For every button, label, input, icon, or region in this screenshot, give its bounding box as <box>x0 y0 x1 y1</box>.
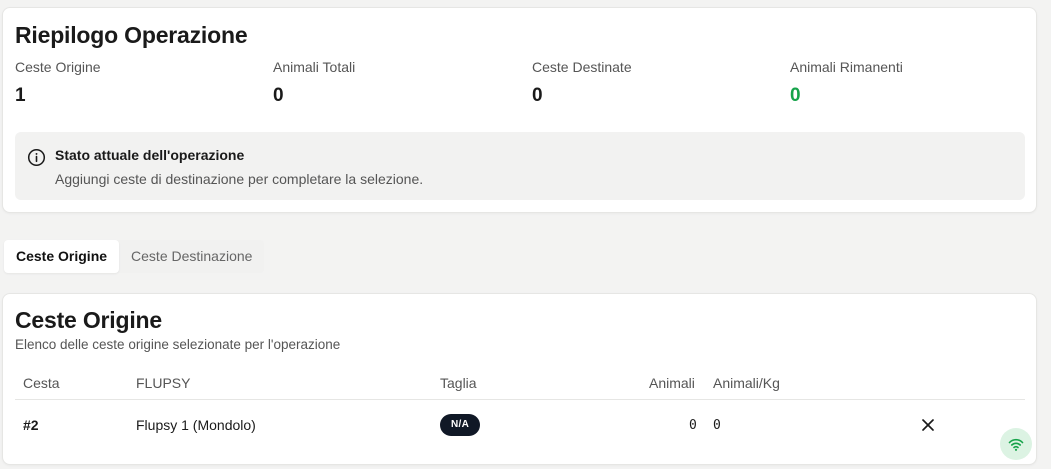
column-header-flupsy: FLUPSY <box>136 375 191 391</box>
stat-ceste-origine: Ceste Origine 1 <box>15 59 101 107</box>
close-icon[interactable] <box>920 417 936 433</box>
column-header-taglia: Taglia <box>440 375 477 391</box>
stat-label: Ceste Origine <box>15 59 101 75</box>
cell-animali-kg: 0 <box>713 418 721 433</box>
stat-label: Ceste Destinate <box>532 59 632 75</box>
column-header-cesta: Cesta <box>23 375 60 391</box>
tab-ceste-origine[interactable]: Ceste Origine <box>4 240 120 273</box>
stat-value: 0 <box>790 85 801 106</box>
stat-ceste-destinate: Ceste Destinate 0 <box>532 59 632 107</box>
origin-baskets-card: Ceste Origine Elenco delle ceste origine… <box>2 293 1037 465</box>
stat-value: 0 <box>532 85 543 106</box>
summary-title: Riepilogo Operazione <box>15 22 248 48</box>
cell-cesta: #2 <box>23 417 39 433</box>
tab-list: Ceste Origine Ceste Destinazione <box>4 240 265 273</box>
wifi-icon <box>1008 438 1024 451</box>
cell-flupsy: Flupsy 1 (Mondolo) <box>136 417 256 433</box>
connection-status-button[interactable] <box>1000 428 1032 460</box>
stat-label: Animali Rimanenti <box>790 59 903 75</box>
origin-title: Ceste Origine <box>15 307 162 333</box>
operation-status-box: Stato attuale dell'operazione Aggiungi c… <box>15 132 1025 200</box>
status-text: Aggiungi ceste di destinazione per compl… <box>55 171 424 187</box>
column-header-animali: Animali <box>649 375 695 391</box>
info-circle-icon <box>27 148 46 167</box>
stat-animali-rimanenti: Animali Rimanenti 0 <box>790 59 903 107</box>
stat-label: Animali Totali <box>273 59 356 75</box>
summary-card: Riepilogo Operazione Ceste Origine 1 Ani… <box>2 7 1037 213</box>
column-header-animali-kg: Animali/Kg <box>713 375 780 391</box>
size-badge: N/A <box>440 414 481 436</box>
stat-animali-totali: Animali Totali 0 <box>273 59 355 107</box>
status-title: Stato attuale dell'operazione <box>55 147 245 163</box>
tab-ceste-destinazione[interactable]: Ceste Destinazione <box>119 240 264 273</box>
cell-animali: 0 <box>689 418 697 433</box>
stat-value: 0 <box>273 85 284 106</box>
table-divider <box>15 399 1025 400</box>
origin-subtitle: Elenco delle ceste origine selezionate p… <box>15 337 341 352</box>
stat-value: 1 <box>15 85 26 106</box>
